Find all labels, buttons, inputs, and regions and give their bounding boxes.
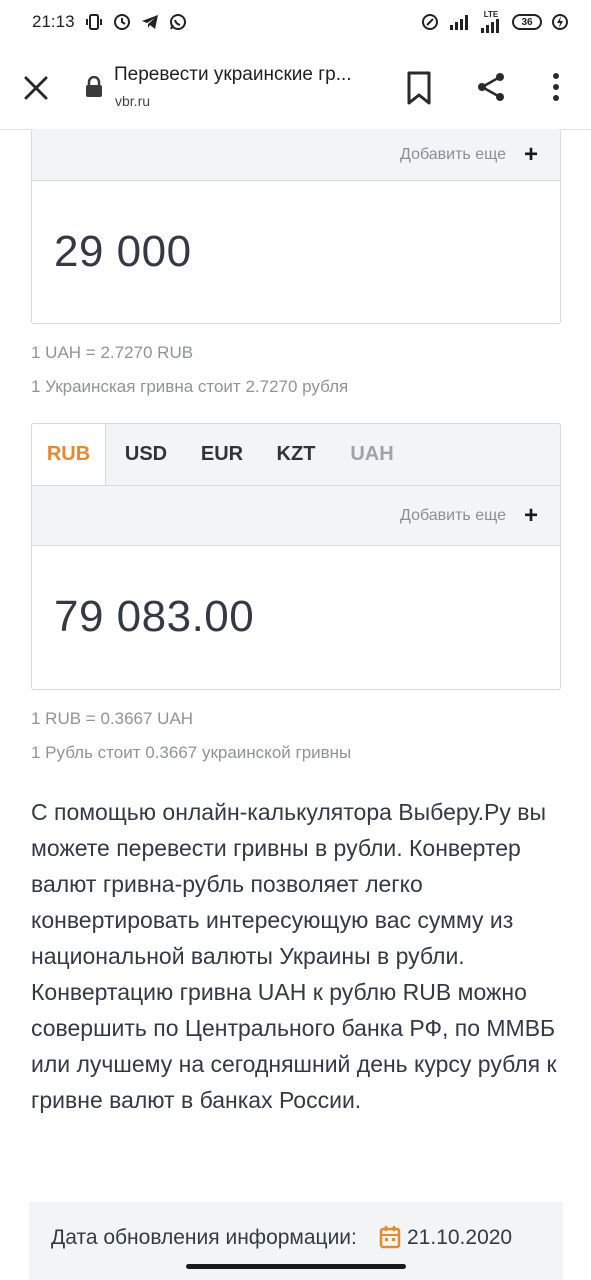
tab-eur[interactable]: EUR	[186, 424, 258, 485]
charging-icon	[552, 14, 568, 30]
tab-uah[interactable]: UAH	[334, 424, 410, 485]
calendar-icon	[379, 1226, 401, 1249]
source-rate-short: 1 UAH = 2.7270 RUB	[31, 343, 194, 362]
target-currency-card: RUB USD EUR KZT UAH Добавить еще + 79 08…	[31, 423, 561, 690]
battery-icon: 36	[512, 14, 542, 30]
signal-icon	[450, 15, 468, 30]
gesture-nav-bar[interactable]	[186, 1264, 406, 1269]
add-more-label[interactable]: Добавить еще	[400, 507, 506, 525]
status-left: 21:13	[32, 12, 187, 32]
close-icon[interactable]	[20, 72, 52, 104]
tab-usd[interactable]: USD	[106, 424, 186, 485]
source-rate-long: 1 Украинская гривна стоит 2.7270 рубля	[31, 377, 349, 396]
whatsapp-icon	[169, 14, 186, 30]
add-currency-row[interactable]: Добавить еще +	[32, 129, 560, 181]
lock-icon	[86, 76, 102, 97]
link-icon	[422, 14, 438, 30]
source-amount-input[interactable]: 29 000	[32, 181, 560, 323]
vibrate-icon	[85, 14, 102, 30]
target-amount-input[interactable]: 79 083.00	[32, 546, 560, 688]
update-date: 21.10.2020	[407, 1226, 513, 1249]
bookmark-icon[interactable]	[403, 70, 435, 106]
plus-icon[interactable]: +	[524, 503, 538, 528]
signal-lte-icon	[481, 19, 499, 33]
browser-toolbar: Перевести украинские гр... vbr.ru	[0, 44, 591, 130]
share-icon[interactable]	[474, 70, 508, 104]
source-currency-card: Добавить еще + 29 000	[31, 129, 561, 324]
lte-indicator: LTE	[479, 11, 503, 33]
telegram-icon	[141, 15, 158, 29]
currency-tabs: RUB USD EUR KZT UAH	[32, 424, 560, 486]
page-title[interactable]: Перевести украинские гр...	[114, 64, 384, 86]
update-label: Дата обновления информации:	[51, 1226, 357, 1249]
plus-icon[interactable]: +	[524, 142, 538, 167]
clock-icon	[113, 14, 130, 30]
add-more-label[interactable]: Добавить еще	[400, 146, 506, 164]
target-rate-long: 1 Рубль стоит 0.3667 украинской гривны	[31, 743, 352, 762]
target-rate-short: 1 RUB = 0.3667 UAH	[31, 709, 194, 728]
status-bar: 21:13 LTE 36	[0, 0, 591, 44]
status-right: LTE 36	[421, 11, 569, 33]
lte-label: LTE	[483, 10, 499, 19]
page-url[interactable]: vbr.ru	[115, 93, 150, 109]
tab-rub[interactable]: RUB	[32, 424, 106, 485]
article-paragraph: С помощью онлайн-калькулятора Выберу.Ру …	[31, 799, 557, 1113]
status-time: 21:13	[32, 12, 75, 31]
battery-level: 36	[521, 16, 533, 28]
add-currency-row[interactable]: Добавить еще +	[32, 486, 560, 546]
tab-kzt[interactable]: KZT	[258, 424, 334, 485]
more-icon[interactable]	[544, 70, 568, 104]
